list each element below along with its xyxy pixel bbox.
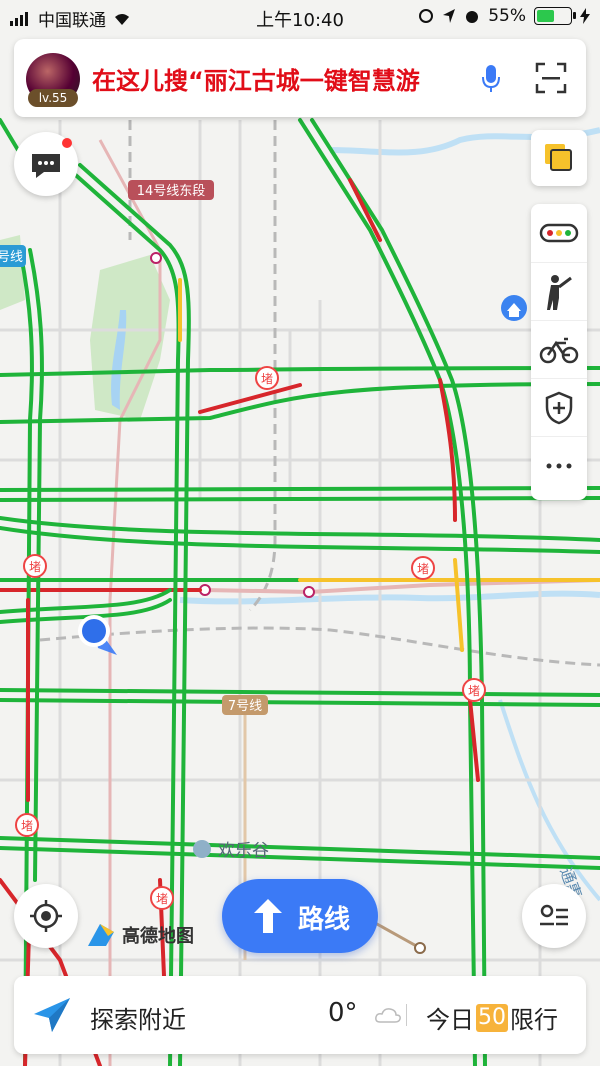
- status-bar: 中国联通 上午10:40 55%: [0, 0, 600, 34]
- rotation-lock-icon: [419, 9, 434, 23]
- jam-label: 堵: [156, 892, 168, 906]
- current-location-icon[interactable]: [82, 619, 106, 643]
- route-button[interactable]: 路线: [222, 879, 378, 953]
- safety-shield-icon: [545, 391, 573, 425]
- traffic-restriction[interactable]: 今日 50 限行: [426, 1000, 558, 1035]
- layers-button[interactable]: [531, 130, 587, 186]
- list-button[interactable]: [522, 884, 586, 948]
- explore-send-icon: [34, 998, 70, 1032]
- route-button-label: 路线: [298, 905, 351, 935]
- more-button[interactable]: [531, 436, 587, 495]
- traffic-button[interactable]: [531, 204, 587, 262]
- battery-percent: 55%: [488, 6, 526, 26]
- jam-label: 堵: [29, 560, 41, 574]
- cloud-icon: [375, 1008, 401, 1023]
- bottom-panel[interactable]: 探索附近 0° 今日 50 限行: [14, 976, 586, 1054]
- metro-line-left-label: 号线: [0, 250, 23, 265]
- metro-station[interactable]: [303, 586, 315, 598]
- route-arrow-icon: [254, 899, 282, 933]
- layers-icon: [545, 144, 572, 171]
- search-bar[interactable]: lv.55 在这儿搜“丽江古城一键智慧游: [14, 39, 586, 117]
- tour-guide-icon: [547, 275, 572, 310]
- restriction-number: 50: [476, 1003, 508, 1032]
- metro-line-14-label: 14号线东段: [137, 184, 206, 199]
- microphone-icon[interactable]: [480, 63, 502, 93]
- happy-valley-label: 欢乐谷: [218, 841, 269, 861]
- locate-button[interactable]: [14, 884, 78, 948]
- traffic-icon: [539, 223, 579, 243]
- charging-icon: [580, 8, 590, 24]
- tour-guide-button[interactable]: [531, 262, 587, 321]
- amap-logo-text: 高德地图: [122, 926, 194, 947]
- safety-button[interactable]: [531, 378, 587, 437]
- amap-logo-icon: [88, 924, 114, 946]
- divider: [406, 1004, 407, 1026]
- bike-button[interactable]: [531, 320, 587, 379]
- amap-logo: 高德地图: [86, 922, 194, 948]
- happy-valley-icon[interactable]: [193, 840, 211, 858]
- metro-station[interactable]: [414, 942, 426, 954]
- more-icon: [546, 463, 572, 469]
- jam-label: 堵: [21, 819, 33, 833]
- location-arrow-icon: [443, 9, 456, 23]
- restriction-label: 限行: [510, 1006, 558, 1034]
- list-icon: [540, 904, 568, 926]
- notification-dot: [62, 138, 72, 148]
- scan-icon[interactable]: [534, 61, 568, 95]
- jam-label: 堵: [261, 372, 273, 386]
- today-label: 今日: [426, 1006, 474, 1034]
- temperature: 0°: [328, 998, 358, 1028]
- metro-line-7-label: 7号线: [228, 699, 262, 714]
- bike-icon: [539, 337, 579, 364]
- message-button[interactable]: [14, 132, 78, 196]
- locate-icon: [30, 900, 62, 932]
- battery-icon: [534, 7, 576, 25]
- user-level-badge: lv.55: [28, 89, 78, 107]
- search-input[interactable]: 在这儿搜“丽江古城一键智慧游: [92, 61, 484, 96]
- map-tools-panel: [531, 204, 587, 500]
- jam-label: 堵: [417, 562, 429, 576]
- camera-marker: 堵: [468, 684, 480, 698]
- alarm-icon: [466, 11, 479, 23]
- metro-station[interactable]: [150, 252, 162, 264]
- explore-nearby-label[interactable]: 探索附近: [90, 1000, 186, 1035]
